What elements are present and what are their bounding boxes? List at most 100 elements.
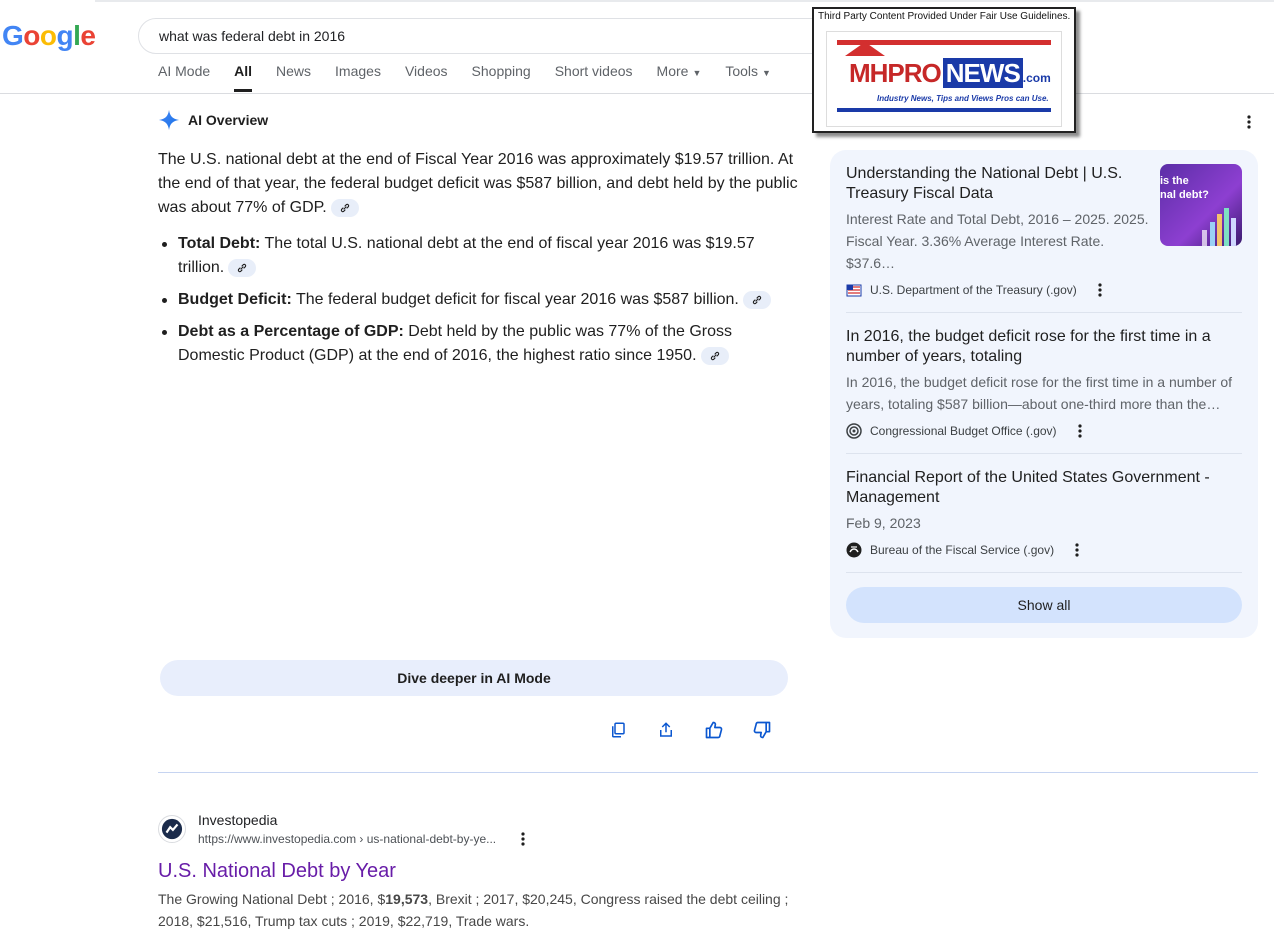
show-all-button[interactable]: Show all [846,587,1242,623]
tab-videos[interactable]: Videos [405,62,448,92]
thumbs-down-button[interactable] [750,718,774,742]
source-meta: U.S. Department of the Treasury (.gov) [846,282,1150,298]
brand-news: NEWS [942,58,1023,88]
ai-bullet-item: Debt as a Percentage of GDP: Debt held b… [162,320,798,368]
source-more-button[interactable] [1073,423,1087,439]
source-meta: Congressional Budget Office (.gov) [846,423,1242,439]
sources-panel: Understanding the National Debt | U.S. T… [830,150,1258,638]
investopedia-favicon [158,815,186,843]
link-icon [238,263,247,272]
source-more-button[interactable] [1093,282,1107,298]
tab-shopping[interactable]: Shopping [472,62,531,92]
sparkle-icon [158,109,180,131]
citation-link-chip[interactable] [330,198,359,217]
caret-down-icon: ▼ [762,68,771,78]
chart-graphic-icon [1202,208,1236,246]
logo-letter: G [2,20,24,51]
result-site-name: Investopedia [198,812,278,828]
tab-label: Shopping [471,63,531,79]
dive-deeper-label: Dive deeper in AI Mode [397,670,551,686]
result-snippet: The Growing National Debt ; 2016, $19,57… [158,888,798,930]
ai-intro-text: The U.S. national debt at the end of Fis… [158,151,798,216]
ai-intro-paragraph: The U.S. national debt at the end of Fis… [158,148,798,220]
brand-com: .com [1022,71,1051,85]
source-card[interactable]: Financial Report of the United States Go… [846,468,1242,573]
result-url-row: https://www.investopedia.com › us-nation… [198,830,530,848]
treasury-seal-icon [846,282,862,298]
link-icon [752,295,762,304]
tab-ai-mode[interactable]: AI Mode [158,62,210,92]
logo-letter: o [39,20,57,51]
more-vert-icon [1247,115,1251,129]
source-site: Bureau of the Fiscal Service (.gov) [870,543,1055,557]
thumbnail-caption: is the nal debt? [1160,175,1209,201]
mhpronews-logo: MHPRO NEWS .com Industry News, Tips and Vi… [826,31,1062,127]
citation-link-chip[interactable] [700,346,729,365]
more-vert-icon [1098,283,1102,297]
share-button[interactable] [654,718,678,742]
bullet-text: The total U.S. national debt at the end … [178,235,755,276]
tab-images[interactable]: Images [335,62,381,92]
more-vert-icon [1077,424,1082,438]
tab-label: Videos [404,63,448,79]
logo-blue-bar [837,108,1051,112]
result-source[interactable]: Investopedia https://www.investopedia.co… [158,810,798,848]
ai-overview-title: AI Overview [188,112,269,128]
result-more-button[interactable] [516,831,530,847]
search-query-text: what was federal debt in 2016 [159,28,346,44]
logo-letter: g [56,20,74,51]
citation-link-chip[interactable] [742,290,771,309]
thumbs-up-icon [705,721,723,739]
source-date: Feb 9, 2023 [846,515,921,531]
tab-label: Images [335,63,381,79]
source-title: Financial Report of the United States Go… [846,469,1210,506]
ai-overview-body: The U.S. national debt at the end of Fis… [158,148,798,376]
google-logo[interactable]: Google [2,20,96,52]
source-more-button[interactable] [1070,542,1084,558]
result-url: https://www.investopedia.com › us-nation… [198,832,497,846]
copy-button[interactable] [606,718,630,742]
result-title-link[interactable]: U.S. National Debt by Year [158,858,798,884]
bullet-label: Total Debt: [178,235,261,252]
tab-label: More [656,63,689,79]
link-icon [710,351,719,360]
tab-all[interactable]: All [234,62,252,92]
more-vert-icon [521,832,525,846]
source-title: In 2016, the budget deficit rose for the… [846,328,1211,365]
tab-news[interactable]: News [276,62,311,92]
snippet-highlight: 19,573 [385,891,429,907]
tab-label: Tools [725,63,759,79]
search-tabs: AI Mode All News Images Videos Shopping … [158,62,795,94]
caret-down-icon: ▼ [692,68,702,78]
house-roof-icon [845,42,885,56]
tab-short-videos[interactable]: Short videos [555,62,633,92]
investopedia-logo-icon [161,818,183,840]
thumbs-down-icon [753,721,771,739]
source-card[interactable]: Understanding the National Debt | U.S. T… [846,164,1242,313]
ai-overview-more-button[interactable] [1240,112,1258,132]
cbo-logo-icon [846,423,862,439]
source-site: U.S. Department of the Treasury (.gov) [870,283,1077,297]
source-site: Congressional Budget Office (.gov) [870,424,1057,438]
tab-tools[interactable]: Tools ▼ [725,62,771,92]
source-description: Interest Rate and Total Debt, 2016 – 202… [846,211,1149,271]
tab-label: Short videos [554,63,633,79]
citation-link-chip[interactable] [228,258,257,277]
search-input[interactable]: what was federal debt in 2016 [138,18,838,54]
ai-overview-header: AI Overview [158,109,268,131]
fair-use-caption: Third Party Content Provided Under Fair … [818,11,1071,22]
top-border [95,0,1274,2]
dive-deeper-button[interactable]: Dive deeper in AI Mode [160,660,788,696]
logo-letter: o [23,20,40,51]
source-title: Understanding the National Debt | U.S. T… [846,165,1123,202]
mhpronews-watermark: Third Party Content Provided Under Fair … [812,7,1076,133]
tab-more[interactable]: More ▼ [657,62,702,92]
source-thumbnail: is the nal debt? [1160,164,1242,246]
logo-tagline: Industry News, Tips and Views Pros can U… [877,94,1049,103]
thumbs-up-button[interactable] [702,718,726,742]
source-card[interactable]: In 2016, the budget deficit rose for the… [846,327,1242,454]
logo-letter: e [80,20,96,51]
ai-bullet-list: Total Debt: The total U.S. national debt… [158,232,798,368]
snippet-text: The Growing National Debt ; 2016, $ [158,891,386,907]
tab-label: News [276,63,312,79]
